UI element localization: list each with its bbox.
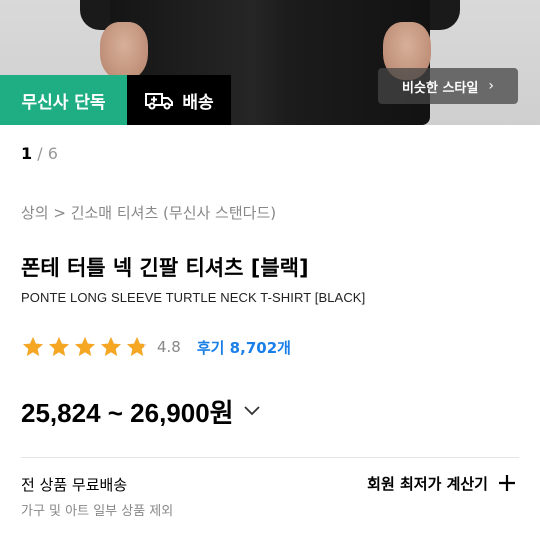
free-shipping-exception: 가구 및 아트 일부 상품 제외	[21, 504, 174, 519]
pager-total: 6	[47, 144, 58, 163]
divider	[21, 457, 519, 458]
exclusive-badge: 무신사 단독	[0, 75, 127, 125]
similar-style-label: 비슷한 스타일	[402, 80, 479, 96]
rating-stars	[21, 335, 149, 359]
delivery-truck-icon	[145, 93, 174, 110]
star-icon	[127, 337, 147, 356]
delivery-badge-label: 배송	[182, 92, 214, 113]
calculator-label: 회원 최저가 계산기	[367, 474, 488, 493]
price-row[interactable]: 25,824 ~ 26,900원	[21, 393, 262, 429]
plus-icon	[499, 475, 515, 491]
delivery-badge: 배송	[127, 75, 231, 125]
image-pager: 1 / 6	[21, 144, 58, 163]
pager-separator: /	[32, 144, 48, 163]
product-title-english: PONTE LONG SLEEVE TURTLE NECK T-SHIRT [B…	[21, 290, 366, 305]
free-shipping-title: 전 상품 무료배송	[21, 476, 128, 494]
breadcrumb[interactable]: 상의 > 긴소매 티셔츠 (무신사 스탠다드)	[21, 202, 276, 223]
chevron-down-icon[interactable]	[242, 404, 262, 418]
member-price-calculator-button[interactable]: 회원 최저가 계산기	[367, 470, 516, 496]
rating-row: 4.8 후기 8,702개	[21, 335, 291, 359]
review-count-link[interactable]: 후기 8,702개	[197, 337, 291, 358]
product-image[interactable]: 무신사 단독 배송 비슷한 스타일 ›	[0, 0, 540, 125]
hand-left	[100, 22, 148, 80]
star-icon	[23, 337, 43, 356]
star-icon	[49, 337, 69, 356]
similar-style-button[interactable]: 비슷한 스타일 ›	[378, 68, 518, 104]
star-icon	[101, 337, 121, 356]
pager-current: 1	[21, 144, 33, 163]
product-title: 폰테 터틀 넥 긴팔 티셔츠 [블랙]	[21, 256, 309, 280]
chevron-right-icon: ›	[488, 78, 494, 94]
exclusive-badge-label: 무신사 단독	[21, 92, 106, 113]
price-range: 25,824 ~ 26,900원	[21, 397, 234, 428]
rating-value: 4.8	[157, 338, 181, 356]
star-icon	[75, 337, 95, 356]
